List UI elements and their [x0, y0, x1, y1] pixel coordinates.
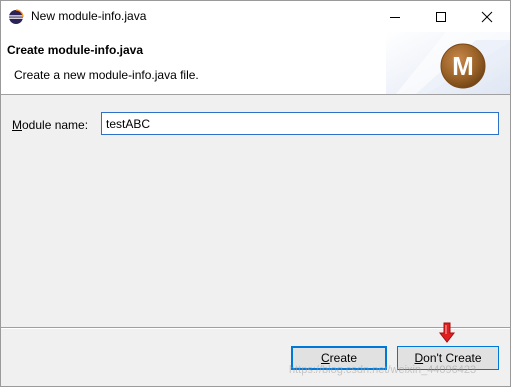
create-label: reate — [329, 351, 358, 365]
banner-title: Create module-info.java — [7, 43, 144, 57]
dialog-window: New module-info.java Create module-info.… — [0, 0, 511, 387]
label-mnemonic: M — [12, 118, 22, 132]
module-badge-icon: M — [386, 32, 510, 94]
title-bar: New module-info.java — [1, 1, 510, 32]
banner-description: Create a new module-info.java file. — [14, 68, 199, 82]
dont-create-label: on't Create — [423, 351, 482, 365]
close-button[interactable] — [464, 1, 510, 32]
maximize-button[interactable] — [418, 1, 464, 32]
module-name-input[interactable] — [101, 112, 499, 135]
wizard-banner: Create module-info.java Create a new mod… — [1, 32, 510, 95]
minimize-button[interactable] — [372, 1, 418, 32]
close-icon — [481, 11, 493, 22]
eclipse-icon — [8, 9, 24, 25]
red-arrow-annotation — [438, 322, 456, 344]
badge-letter: M — [452, 51, 474, 81]
window-title: New module-info.java — [31, 9, 147, 23]
create-mnemonic: C — [320, 351, 330, 365]
dont-create-mnemonic: D — [414, 351, 424, 365]
module-name-label: Module name: — [12, 118, 88, 132]
watermark-text: https://blog.csdn.net/weixin_44096423 — [289, 364, 477, 376]
minimize-icon — [390, 16, 400, 18]
label-text: odule name: — [22, 118, 89, 132]
maximize-icon — [436, 11, 446, 22]
button-bar-separator — [1, 327, 510, 329]
